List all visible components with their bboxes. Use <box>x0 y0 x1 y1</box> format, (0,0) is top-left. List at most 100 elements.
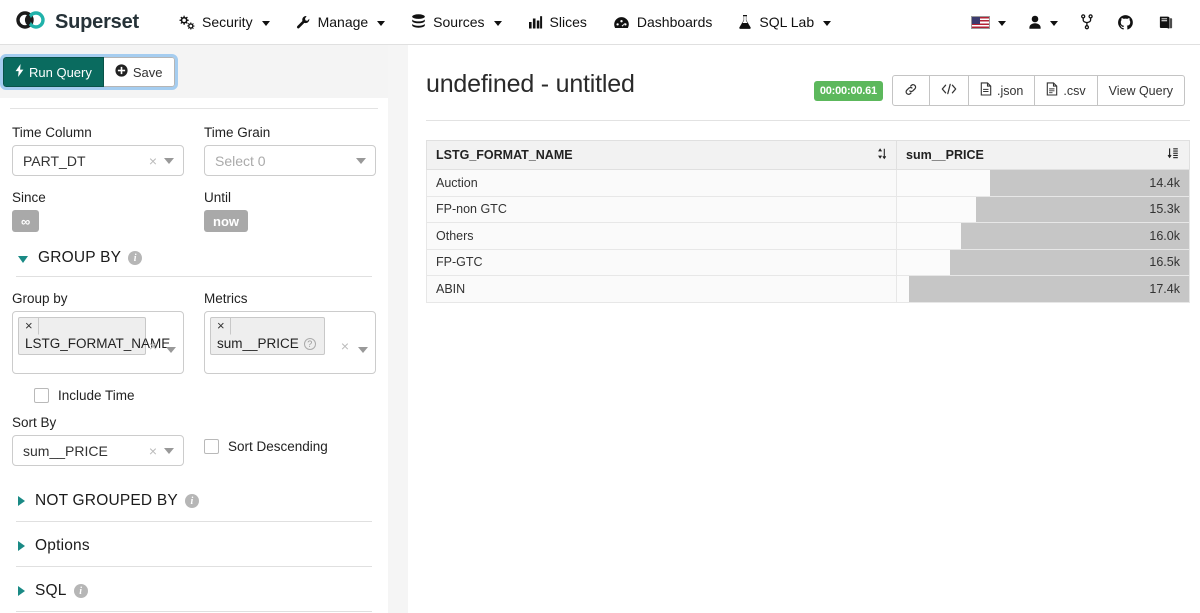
token[interactable]: × LSTG_FORMAT_NAME <box>18 317 170 355</box>
query-timer-badge: 00:00:00.61 <box>813 80 883 101</box>
nav-item-slices[interactable]: Slices <box>515 0 600 44</box>
section-not-grouped-by[interactable]: NOT GROUPED BY i <box>12 492 376 510</box>
docs-link[interactable] <box>1146 0 1186 44</box>
time-column-select[interactable]: PART_DT × <box>12 145 184 176</box>
section-options[interactable]: Options <box>12 537 376 555</box>
clear-icon[interactable]: × <box>146 444 164 458</box>
brand-name: Superset <box>55 10 139 33</box>
until-label: Until <box>204 190 232 205</box>
code-fork-icon <box>1081 14 1093 30</box>
nav-item-label: Security <box>202 14 253 30</box>
table-row[interactable]: Auction 14.4k <box>426 169 1190 197</box>
workspace: Run Query Save Time Column PART_DT × Tim… <box>0 45 1200 613</box>
info-icon[interactable]: i <box>128 251 143 265</box>
nav-item-dashboards[interactable]: Dashboards <box>600 0 726 44</box>
nav-item-manage[interactable]: Manage <box>283 0 399 44</box>
sort-descending-row[interactable]: Sort Descending <box>204 439 376 454</box>
sort-numeric-desc-icon[interactable] <box>1167 147 1180 163</box>
nav-item-sources[interactable]: Sources <box>398 0 514 44</box>
token[interactable]: × sum__PRICE? <box>210 317 325 355</box>
brand-logo[interactable]: Superset <box>16 11 139 34</box>
section-group-by[interactable]: GROUP BY i <box>12 249 376 267</box>
column-header-lstg-format-name[interactable]: LSTG_FORMAT_NAME <box>426 140 897 170</box>
chevron-down-icon <box>493 20 502 26</box>
control-form: Time Column PART_DT × Time Grain Select … <box>0 125 388 612</box>
nav-item-label: Sources <box>433 14 485 30</box>
since-label: Since <box>12 190 46 205</box>
cell-value-label: 16.5k <box>1149 255 1180 270</box>
table-row[interactable]: Others 16.0k <box>426 222 1190 250</box>
token-remove-icon[interactable]: × <box>211 318 231 335</box>
nav-item-security[interactable]: Security <box>165 0 283 44</box>
info-icon[interactable]: i <box>73 584 88 598</box>
help-icon[interactable]: ? <box>303 338 316 350</box>
user-menu[interactable] <box>1017 0 1069 44</box>
export-csv-button[interactable]: .csv <box>1035 75 1098 106</box>
save-button[interactable]: Save <box>103 57 175 87</box>
sort-descending-field: Sort Descending <box>204 415 376 466</box>
cell-value-label: 16.0k <box>1149 228 1180 243</box>
time-column-field: Time Column PART_DT × <box>12 125 184 176</box>
range-row: Since ∞ Until now <box>12 190 376 232</box>
run-query-button[interactable]: Run Query <box>3 57 104 87</box>
clear-icon[interactable]: × <box>146 154 164 168</box>
include-time-row[interactable]: Include Time <box>34 388 376 403</box>
panel-gap <box>388 45 408 613</box>
table-row[interactable]: ABIN 17.4k <box>426 275 1190 303</box>
info-icon[interactable]: i <box>184 494 199 508</box>
sort-descending-checkbox[interactable] <box>204 439 219 454</box>
user-icon <box>1028 15 1042 30</box>
sort-by-select[interactable]: sum__PRICE × <box>12 435 184 466</box>
navbar-menu: Security Manage Sources Slices Dashboard… <box>165 0 844 44</box>
export-json-button[interactable]: .json <box>968 75 1036 106</box>
cell-value: 14.4k <box>896 169 1190 197</box>
sort-by-field: Sort By sum__PRICE × <box>12 415 184 466</box>
view-query-button[interactable]: View Query <box>1097 75 1185 106</box>
until-value-badge[interactable]: now <box>204 210 248 232</box>
book-icon <box>1158 15 1174 30</box>
time-grain-field: Time Grain Select 0 <box>204 125 376 176</box>
clear-icon[interactable]: × <box>338 339 356 353</box>
chevron-down-icon <box>998 20 1006 26</box>
chevron-down-icon <box>164 157 174 164</box>
section-title: NOT GROUPED BY <box>35 492 178 509</box>
plus-circle-icon <box>115 64 128 80</box>
chevron-down-icon <box>164 447 174 454</box>
column-header-sum-price[interactable]: sum__PRICE <box>896 140 1190 170</box>
include-time-checkbox[interactable] <box>34 388 49 403</box>
language-picker[interactable] <box>960 0 1017 44</box>
metrics-multiselect[interactable]: × sum__PRICE? × <box>204 311 376 374</box>
table-body: Auction 14.4k FP-non GTC 15.3k Others 16… <box>426 169 1190 303</box>
dashboard-gauge-icon <box>613 15 630 30</box>
group-by-multiselect[interactable]: × LSTG_FORMAT_NAME × <box>12 311 184 374</box>
column-header-label: sum__PRICE <box>906 148 984 162</box>
time-grain-select[interactable]: Select 0 <box>204 145 376 176</box>
until-field: Until now <box>204 190 376 232</box>
github-icon <box>1117 14 1134 31</box>
save-label: Save <box>132 64 163 80</box>
column-header-label: LSTG_FORMAT_NAME <box>436 148 573 162</box>
file-json-icon <box>980 82 992 99</box>
embed-code-button[interactable] <box>929 75 969 106</box>
token-remove-icon[interactable]: × <box>19 318 39 335</box>
since-value-badge[interactable]: ∞ <box>12 210 40 232</box>
table-row[interactable]: FP-GTC 16.5k <box>426 248 1190 276</box>
section-title: Options <box>35 537 90 554</box>
section-sql[interactable]: SQL i <box>12 582 376 600</box>
chevron-right-icon <box>18 541 25 551</box>
nav-item-sql-lab[interactable]: SQL Lab <box>725 0 844 44</box>
clear-icon[interactable]: × <box>146 339 164 353</box>
section-divider <box>16 276 372 277</box>
github-link[interactable] <box>1105 0 1146 44</box>
multiselect-controls: × <box>338 339 371 353</box>
token-container: × sum__PRICE? <box>210 317 338 355</box>
flask-icon <box>738 14 752 30</box>
results-table: LSTG_FORMAT_NAME sum__PRICE Auction 14.4… <box>426 140 1190 303</box>
sort-both-icon[interactable] <box>877 147 887 163</box>
share-link-button[interactable] <box>891 75 930 106</box>
navbar-right-menu <box>960 0 1186 44</box>
version-branch-link[interactable] <box>1069 0 1105 44</box>
chevron-down-icon <box>261 20 270 26</box>
table-row[interactable]: FP-non GTC 15.3k <box>426 195 1190 223</box>
token-label: sum__PRICE? <box>211 335 324 354</box>
